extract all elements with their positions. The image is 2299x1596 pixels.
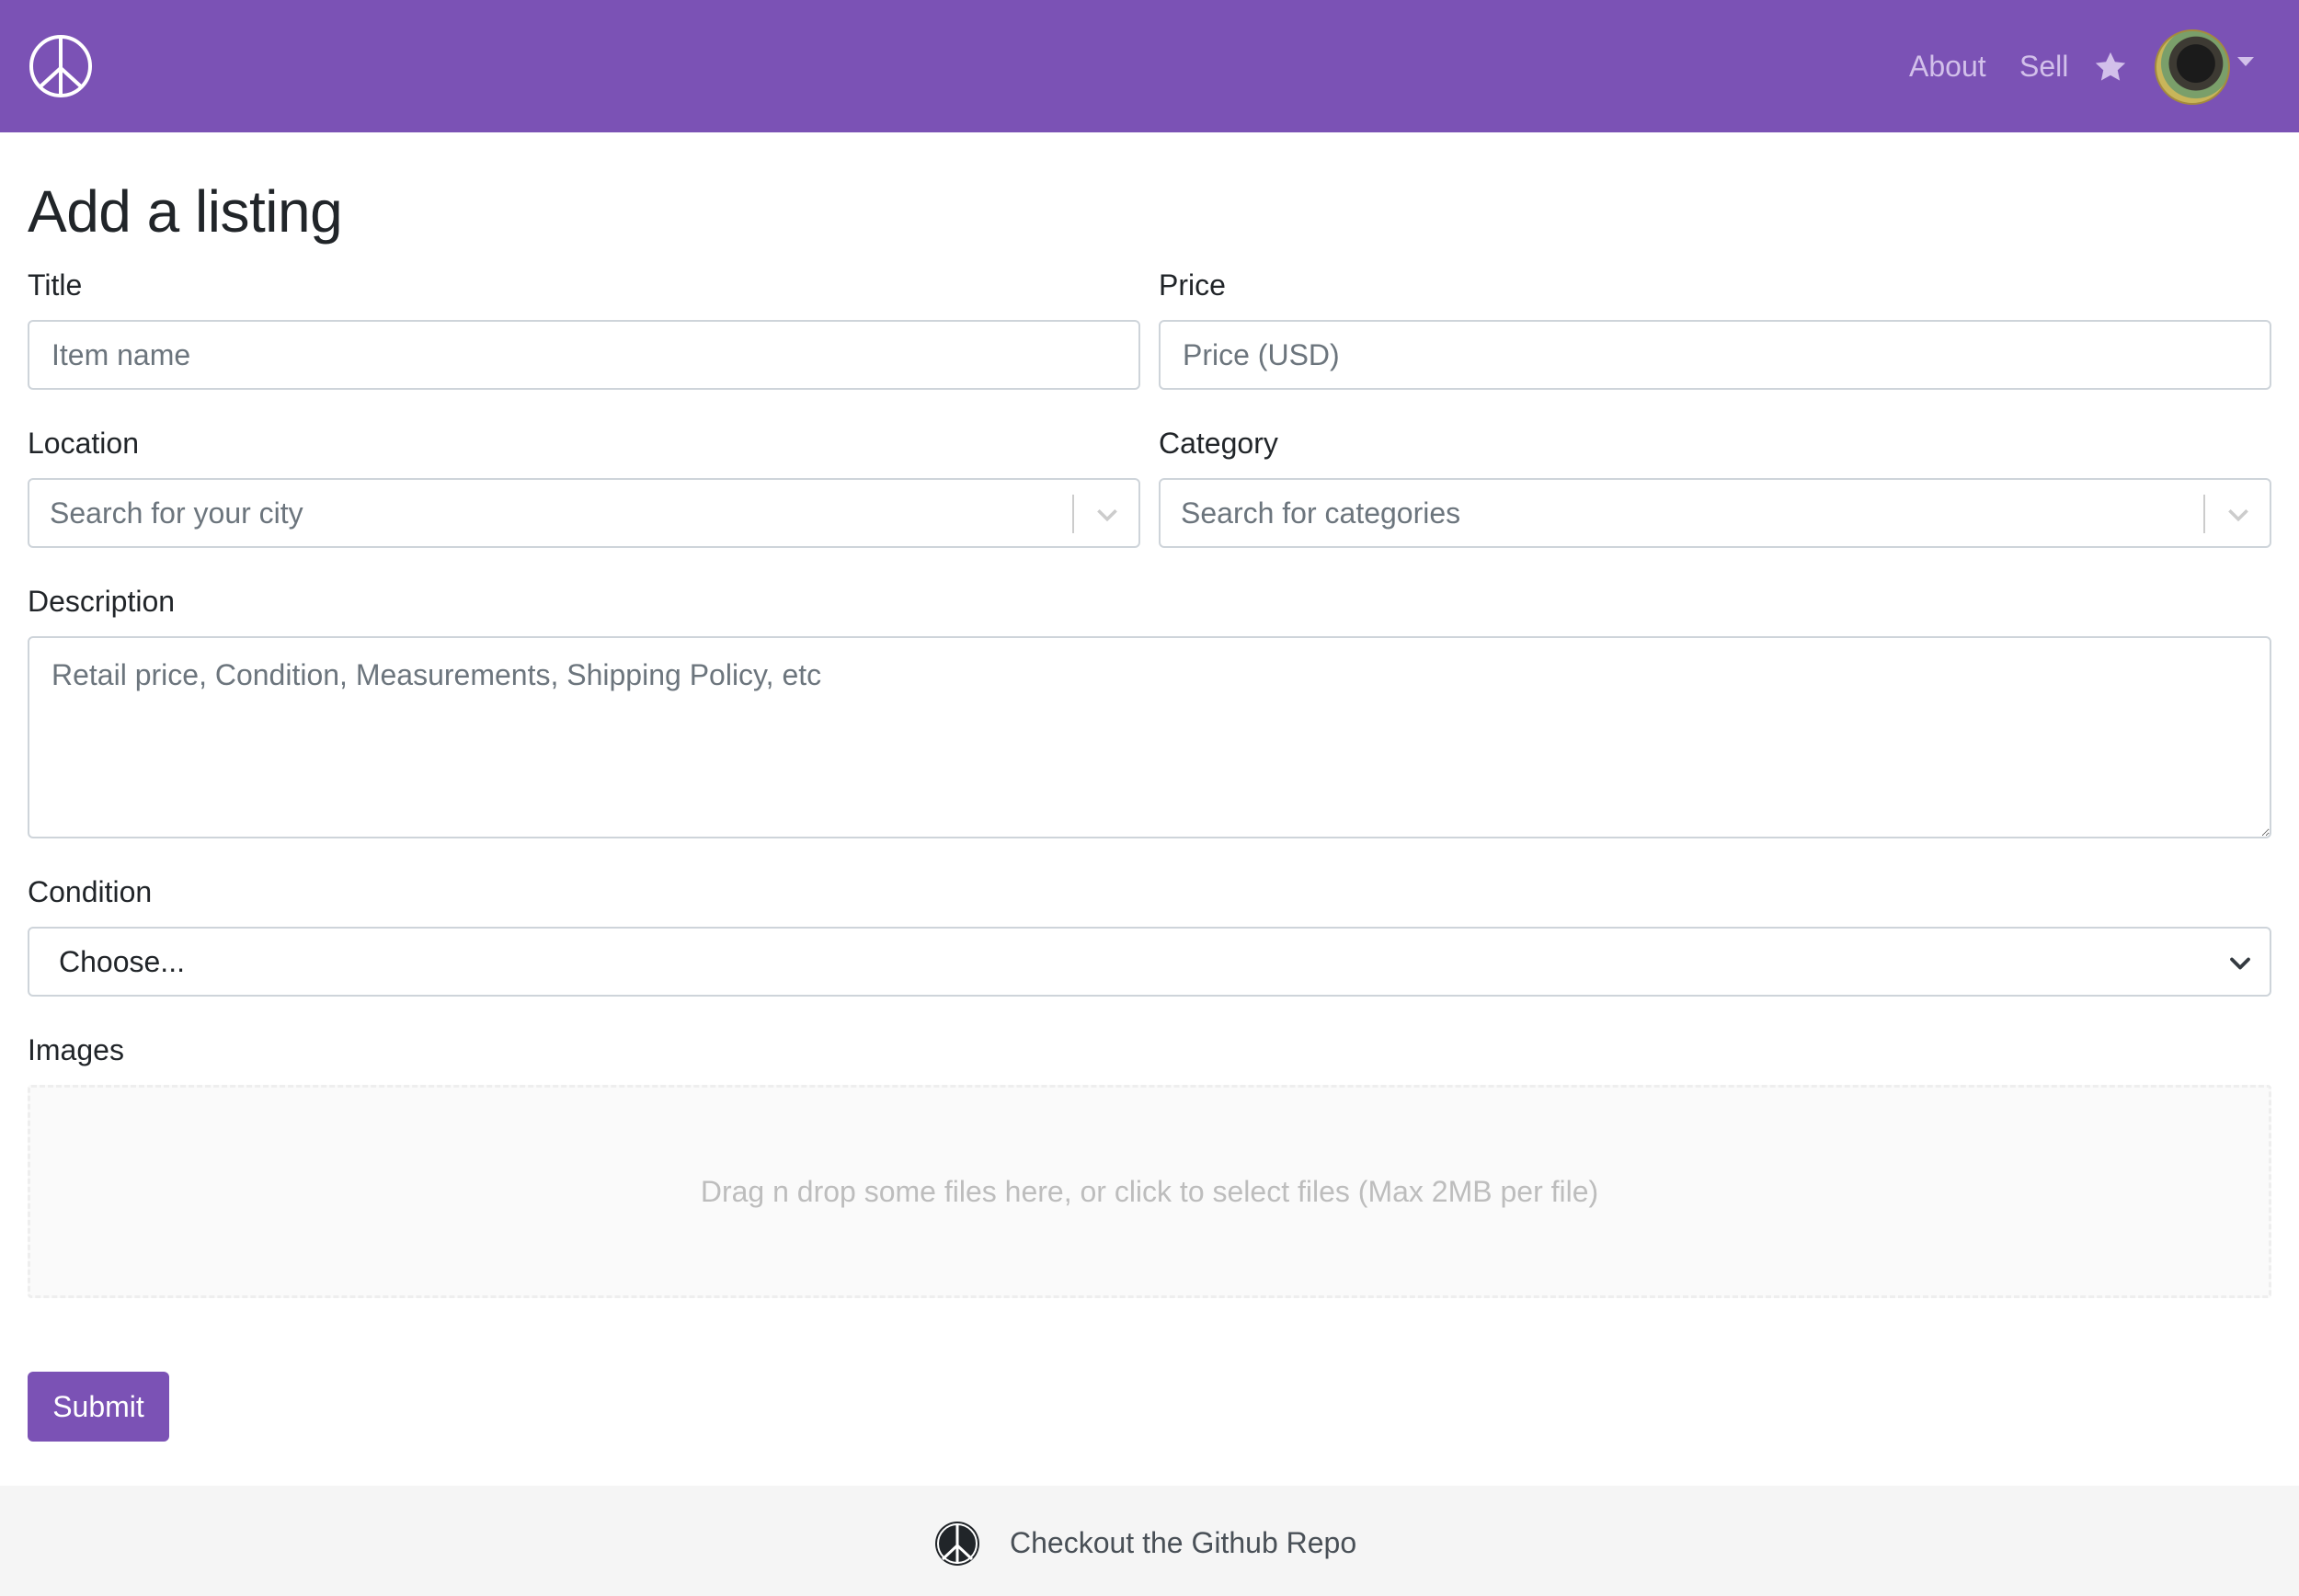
chevron-down-icon[interactable]: [2224, 500, 2253, 530]
description-textarea[interactable]: [28, 636, 2271, 838]
user-avatar[interactable]: [2155, 29, 2230, 105]
location-placeholder: Search for your city: [50, 496, 303, 530]
condition-select[interactable]: Choose...: [28, 927, 2271, 997]
dropzone-text: Drag n drop some files here, or click to…: [700, 1174, 1599, 1208]
title-label: Title: [28, 268, 83, 302]
page-title: Add a listing: [28, 178, 343, 245]
category-label: Category: [1159, 427, 1278, 460]
nav-link-sell[interactable]: Sell: [2019, 48, 2068, 85]
submit-button[interactable]: Submit: [28, 1372, 169, 1442]
category-placeholder: Search for categories: [1181, 496, 1461, 530]
description-label: Description: [28, 585, 176, 618]
caret-down-icon[interactable]: [2237, 57, 2254, 66]
condition-label: Condition: [28, 875, 153, 908]
chevron-down-icon[interactable]: [2229, 952, 2251, 975]
location-select[interactable]: Search for your city: [28, 478, 1140, 548]
title-input[interactable]: [28, 320, 1140, 390]
navbar: About Sell: [0, 0, 2299, 132]
location-label: Location: [28, 427, 139, 460]
chevron-down-icon[interactable]: [1092, 500, 1122, 530]
peace-sign-icon[interactable]: [934, 1521, 980, 1567]
star-icon[interactable]: [2093, 50, 2128, 85]
images-label: Images: [28, 1033, 124, 1066]
condition-selected-value: Choose...: [59, 944, 185, 978]
github-repo-link[interactable]: Checkout the Github Repo: [1010, 1524, 1356, 1561]
image-dropzone[interactable]: Drag n drop some files here, or click to…: [28, 1085, 2271, 1298]
footer: Checkout the Github Repo: [0, 1486, 2299, 1596]
nav-link-about[interactable]: About: [1909, 48, 1986, 85]
price-label: Price: [1159, 268, 1226, 302]
price-input[interactable]: [1159, 320, 2271, 390]
select-separator: [1072, 495, 1074, 533]
select-separator: [2203, 495, 2205, 533]
category-select[interactable]: Search for categories: [1159, 478, 2271, 548]
peace-sign-icon[interactable]: [28, 33, 94, 99]
